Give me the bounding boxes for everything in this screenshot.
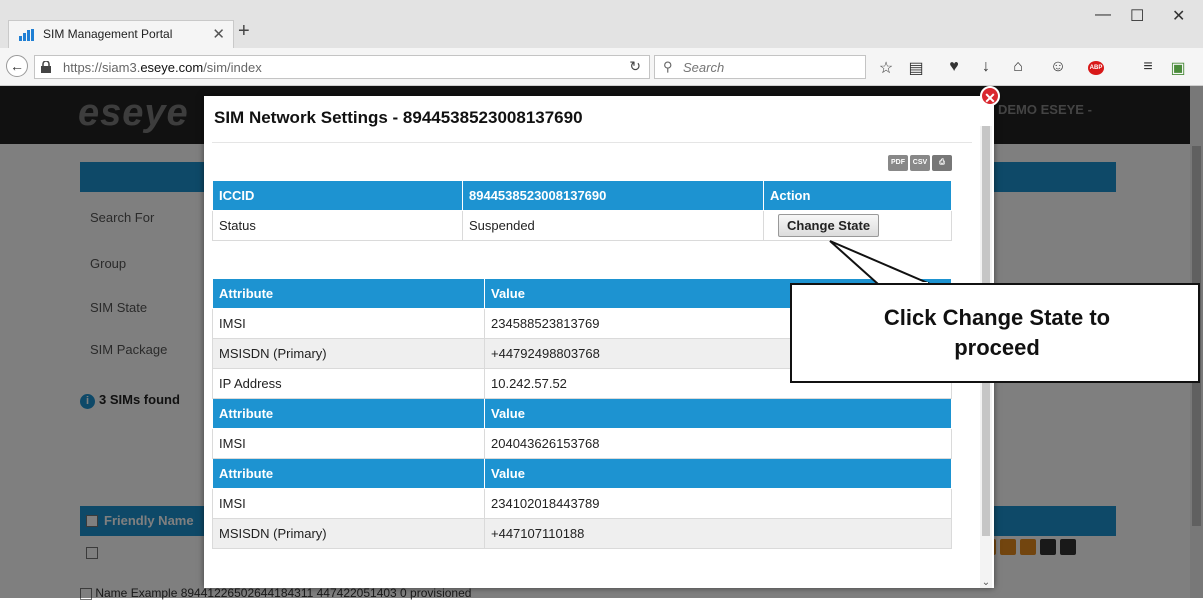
table-row: MSISDN (Primary) +447107110188 <box>212 518 952 549</box>
bookmark-star-icon[interactable]: ☆ <box>876 58 896 78</box>
modal-close-icon[interactable]: ✕ <box>980 86 1000 106</box>
adblock-icon[interactable]: ABP <box>1088 61 1104 75</box>
minimize-button[interactable]: — <box>1095 6 1111 24</box>
change-state-button[interactable]: Change State <box>778 214 880 237</box>
maximize-button[interactable]: ☐ <box>1130 6 1144 26</box>
home-icon[interactable]: ⌂ <box>1008 58 1028 76</box>
reload-icon[interactable]: ↻ <box>629 58 641 75</box>
export-toolbar: PDF CSV ⎙ <box>886 152 952 171</box>
column-action: Action <box>763 180 952 211</box>
browser-tabstrip: SIM Management Portal ✕ + — ☐ ✕ <box>0 0 1203 48</box>
modal-title: SIM Network Settings - 89445385230081376… <box>214 108 583 127</box>
back-button[interactable]: ← <box>6 55 28 77</box>
url-text: https://siam3.eseye.com/sim/index <box>63 60 262 75</box>
column-attribute: Attribute <box>212 278 485 309</box>
download-icon[interactable]: ↓ <box>976 58 996 76</box>
search-input[interactable] <box>681 59 851 76</box>
reading-list-icon[interactable]: ▤ <box>906 58 926 78</box>
pdf-export-icon[interactable]: PDF <box>888 155 908 171</box>
search-icon: ⚲ <box>663 59 673 74</box>
callout-text: Click Change State to proceed <box>883 305 1111 360</box>
address-bar[interactable]: https://siam3.eseye.com/sim/index ↻ <box>34 55 650 79</box>
tab-title: SIM Management Portal <box>43 27 173 41</box>
close-window-button[interactable]: ✕ <box>1172 6 1185 26</box>
table-row: IMSI 234102018443789 <box>212 488 952 519</box>
new-tab-button[interactable]: + <box>238 20 250 43</box>
pocket-icon[interactable]: ♥ <box>944 58 964 76</box>
csv-export-icon[interactable]: CSV <box>910 155 930 171</box>
chat-icon[interactable]: ☺ <box>1048 58 1068 76</box>
browser-tab[interactable]: SIM Management Portal ✕ <box>8 20 234 48</box>
signal-icon <box>19 29 35 41</box>
column-value: Value <box>484 398 952 429</box>
tab-close-icon[interactable]: ✕ <box>212 25 225 43</box>
iccid-value: 8944538523008137690 <box>462 180 764 211</box>
column-attribute: Attribute <box>212 458 485 489</box>
column-iccid: ICCID <box>212 180 463 211</box>
column-value: Value <box>484 458 952 489</box>
browser-toolbar: ← https://siam3.eseye.com/sim/index ↻ ⚲ … <box>0 48 1203 86</box>
lock-icon <box>41 61 51 73</box>
column-attribute: Attribute <box>212 398 485 429</box>
extension-icon[interactable]: ▣ <box>1168 58 1188 78</box>
status-label: Status <box>212 210 463 241</box>
divider <box>212 142 972 143</box>
print-icon[interactable]: ⎙ <box>932 155 952 171</box>
status-value: Suspended <box>462 210 764 241</box>
table-row: IMSI 204043626153768 <box>212 428 952 459</box>
sim-summary-table: ICCID 8944538523008137690 Action Status … <box>212 180 952 241</box>
instruction-callout: Click Change State to proceed <box>790 283 1200 383</box>
menu-icon[interactable]: ≡ <box>1138 58 1158 76</box>
search-box[interactable]: ⚲ <box>654 55 866 79</box>
